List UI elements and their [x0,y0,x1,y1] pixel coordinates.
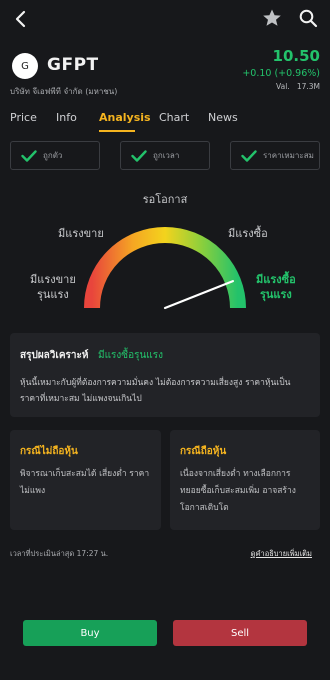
holding-card: กรณีถือหุ้น เนื่องจากเสี่ยงต่ำ ทางเลือกก… [170,430,320,530]
top-bar [0,0,330,40]
back-icon[interactable] [10,8,32,30]
chip-right-stock[interactable]: ถูกตัว [10,141,100,170]
chip-fair-price[interactable]: ราคาเหมาะสม [230,141,320,170]
gauge-label-strong-buy-line1: มีแรงซื้อ [256,273,296,286]
holding-title: กรณีถือหุ้น [180,446,227,457]
tab-news[interactable]: News [208,111,238,124]
last-evaluated-time: เวลาที่ประเมินล่าสุด 17:27 น. [10,549,109,558]
check-icon [21,149,37,162]
gauge-arc [84,227,246,309]
summary-signal: มีแรงซื้อรุนแรง [98,350,163,361]
gauge-label-strong-sell-line1: มีแรงขาย [30,273,76,286]
tab-price[interactable]: Price [10,111,37,124]
company-logo: G [12,53,38,79]
holding-text: เนื่องจากเสี่ยงต่ำ ทางเลือกการทยอยซื้อเก… [180,469,296,513]
gauge-needle [163,279,234,310]
tab-info[interactable]: Info [56,111,77,124]
chip-label: ถูกตัว [43,151,63,160]
more-explanation-link[interactable]: ดูคำอธิบายเพิ่มเติม [251,548,312,560]
gauge-status: รอโอกาส [142,193,188,206]
tab-chart[interactable]: Chart [159,111,189,124]
sell-button[interactable]: Sell [173,620,307,646]
trade-value-label: Val. [276,82,290,91]
chip-label: ราคาเหมาะสม [263,151,314,160]
price-change: +0.10 (+0.96%) [242,68,320,79]
trade-value: Val. 17.3M [276,82,320,91]
star-icon[interactable] [262,8,282,28]
tab-analysis[interactable]: Analysis [99,111,151,124]
check-icon [241,149,257,162]
trade-value-amount: 17.3M [296,82,320,91]
logo-letter: G [21,60,29,72]
check-icon [131,149,147,162]
gauge-label-strong-sell-line2: รุนแรง [36,288,69,301]
not-holding-title: กรณีไม่ถือหุ้น [20,446,78,457]
company-name: บริษัท จีเอฟพีที จำกัด (มหาชน) [10,87,118,96]
tab-bar: Price Info Analysis Chart News [0,108,330,132]
signal-gauge [84,227,246,310]
search-icon[interactable] [298,8,318,28]
chip-label: ถูกเวลา [153,151,180,160]
gauge-label-strong-buy: มีแรงซื้อ รุนแรง [256,272,296,302]
not-holding-text: พิจารณาเก็บสะสมได้ เสี่ยงต่ำ ราคาไม่แพง [20,469,150,496]
summary-text: หุ้นนี้เหมาะกับผู้ที่ต้องการความมั่นคง ไ… [20,378,291,404]
buy-button[interactable]: Buy [23,620,157,646]
not-holding-card: กรณีไม่ถือหุ้น พิจารณาเก็บสะสมได้ เสี่ยง… [10,430,161,530]
ticker-symbol: GFPT [47,55,99,75]
gauge-label-strong-buy-line2: รุนแรง [259,288,292,301]
last-price: 10.50 [272,47,320,65]
gauge-label-strong-sell: มีแรงขาย รุนแรง [30,272,76,302]
summary-title: สรุปผลวิเคราะห์ [20,350,89,361]
chip-right-time[interactable]: ถูกเวลา [120,141,210,170]
analysis-summary-card: สรุปผลวิเคราะห์ มีแรงซื้อรุนแรง หุ้นนี้เ… [10,333,320,417]
active-tab-indicator [99,130,135,132]
